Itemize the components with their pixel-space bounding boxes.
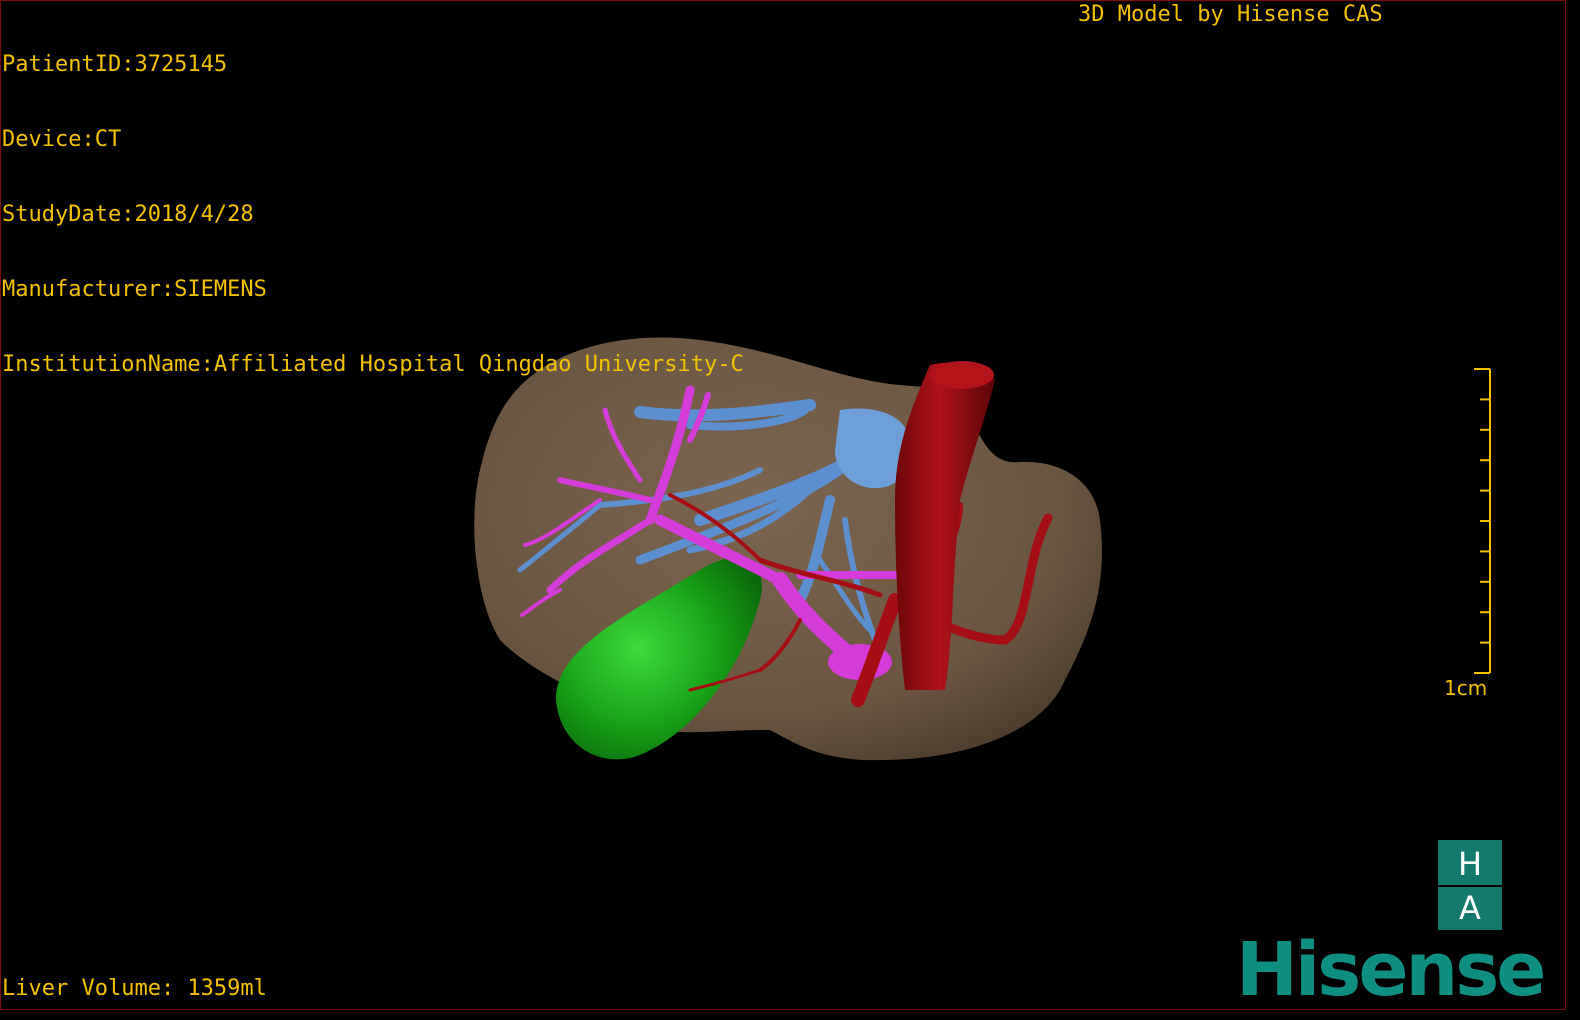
ivc-top bbox=[930, 361, 994, 389]
model-credit: 3D Model by Hisense CAS bbox=[1078, 2, 1383, 27]
logo-letter-h: H bbox=[1457, 845, 1483, 883]
scale-bar bbox=[1474, 368, 1491, 674]
hisense-brand-logo: Hisense bbox=[1236, 927, 1546, 1013]
logo-letter-a: A bbox=[1459, 889, 1481, 927]
logo-divider bbox=[1438, 885, 1502, 887]
manufacturer: Manufacturer:SIEMENS bbox=[2, 277, 267, 302]
institution-name: InstitutionName:Affiliated Hospital Qing… bbox=[2, 352, 744, 377]
liver-volume: Liver Volume: 1359ml bbox=[2, 976, 267, 1001]
dicom-info-overlay: PatientID:3725145 Device:CT StudyDate:20… bbox=[2, 2, 744, 402]
scale-bar-label: 1cm bbox=[1444, 676, 1488, 700]
hisense-ha-logo: H A bbox=[1438, 840, 1502, 930]
patient-id: PatientID:3725145 bbox=[2, 52, 228, 77]
study-date: StudyDate:2018/4/28 bbox=[2, 202, 254, 227]
device: Device:CT bbox=[2, 127, 122, 152]
